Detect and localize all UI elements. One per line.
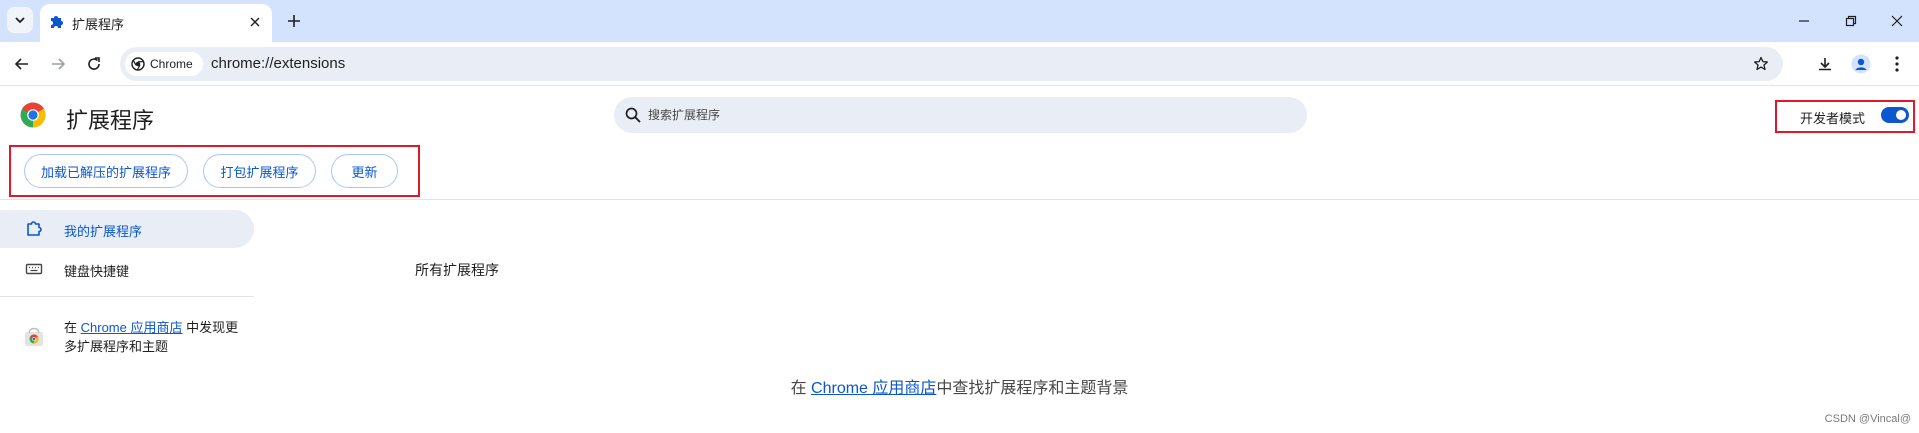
window-close-button[interactable]	[1884, 8, 1910, 34]
dev-mode-label: 开发者模式	[1800, 111, 1866, 126]
sidebar-divider	[0, 296, 254, 297]
extension-icon	[27, 221, 42, 236]
dev-mode-toggle[interactable]	[1881, 107, 1909, 123]
search-bar[interactable]	[614, 97, 1307, 133]
profile-icon	[1851, 54, 1871, 74]
header-divider	[0, 199, 1919, 200]
minimize-icon	[1799, 20, 1809, 22]
sidebar-item-label: 我的扩展程序	[64, 224, 143, 239]
web-store-link[interactable]: Chrome 应用商店	[81, 320, 183, 335]
load-unpacked-button[interactable]: 加载已解压的扩展程序	[24, 154, 188, 188]
new-tab-button[interactable]	[282, 9, 306, 33]
tab-search-button[interactable]	[7, 7, 33, 33]
chrome-icon	[131, 57, 145, 71]
restore-button[interactable]	[1838, 8, 1864, 34]
empty-suffix-text: 中查找扩展程序和主题背景	[936, 380, 1129, 397]
toolbar: Chrome chrome://extensions	[0, 42, 1919, 86]
close-icon	[250, 17, 260, 27]
tab-close-button[interactable]	[246, 13, 264, 31]
watermark: CSDN @Vincal@	[1824, 413, 1911, 425]
restore-icon	[1845, 15, 1857, 27]
sidebar-item-keyboard-shortcuts[interactable]: 键盘快捷键	[0, 250, 254, 288]
site-chip[interactable]: Chrome	[125, 52, 203, 76]
site-chip-label: Chrome	[150, 57, 193, 71]
sidebar-item-label: 键盘快捷键	[64, 264, 130, 279]
section-title: 所有扩展程序	[415, 262, 499, 278]
forward-icon	[52, 58, 66, 70]
downloads-button[interactable]	[1811, 50, 1839, 78]
plus-icon	[288, 15, 300, 27]
toggle-knob	[1896, 110, 1906, 120]
menu-button[interactable]	[1883, 50, 1911, 78]
back-button[interactable]	[8, 50, 36, 78]
address-bar[interactable]: Chrome chrome://extensions	[120, 47, 1783, 81]
profile-button[interactable]	[1847, 50, 1875, 78]
empty-prefix-text: 在	[790, 380, 812, 397]
pack-extension-button[interactable]: 打包扩展程序	[203, 154, 316, 188]
web-store-icon	[25, 327, 43, 346]
tab-strip: 扩展程序	[0, 0, 1919, 42]
store-prefix-text: 在	[64, 320, 81, 335]
chrome-logo	[20, 102, 46, 128]
reload-button[interactable]	[80, 50, 108, 78]
bookmark-button[interactable]	[1749, 52, 1773, 76]
search-input[interactable]	[648, 97, 1288, 133]
empty-state-message: 在 Chrome 应用商店中查找扩展程序和主题背景	[0, 374, 1919, 398]
keyboard-icon	[25, 263, 43, 275]
search-icon	[625, 107, 641, 123]
menu-icon	[1895, 56, 1899, 72]
close-icon	[1891, 15, 1903, 27]
puzzle-icon	[51, 16, 63, 28]
download-icon	[1819, 58, 1831, 71]
reload-icon	[88, 57, 100, 70]
forward-button[interactable]	[44, 50, 72, 78]
active-tab[interactable]: 扩展程序	[40, 4, 272, 42]
bookmark-star-icon	[1753, 56, 1769, 71]
minimize-button[interactable]	[1791, 8, 1817, 34]
update-button[interactable]: 更新	[331, 154, 398, 188]
web-store-promo: 在 Chrome 应用商店 中发现更多扩展程序和主题	[64, 318, 244, 356]
web-store-link[interactable]: Chrome 应用商店	[811, 380, 936, 397]
tab-title: 扩展程序	[72, 17, 125, 32]
chevron-down-icon	[15, 17, 25, 24]
back-icon	[14, 58, 28, 70]
url-text[interactable]: chrome://extensions	[211, 55, 345, 72]
sidebar-item-my-extensions[interactable]: 我的扩展程序	[0, 210, 254, 248]
page-title: 扩展程序	[66, 108, 155, 133]
